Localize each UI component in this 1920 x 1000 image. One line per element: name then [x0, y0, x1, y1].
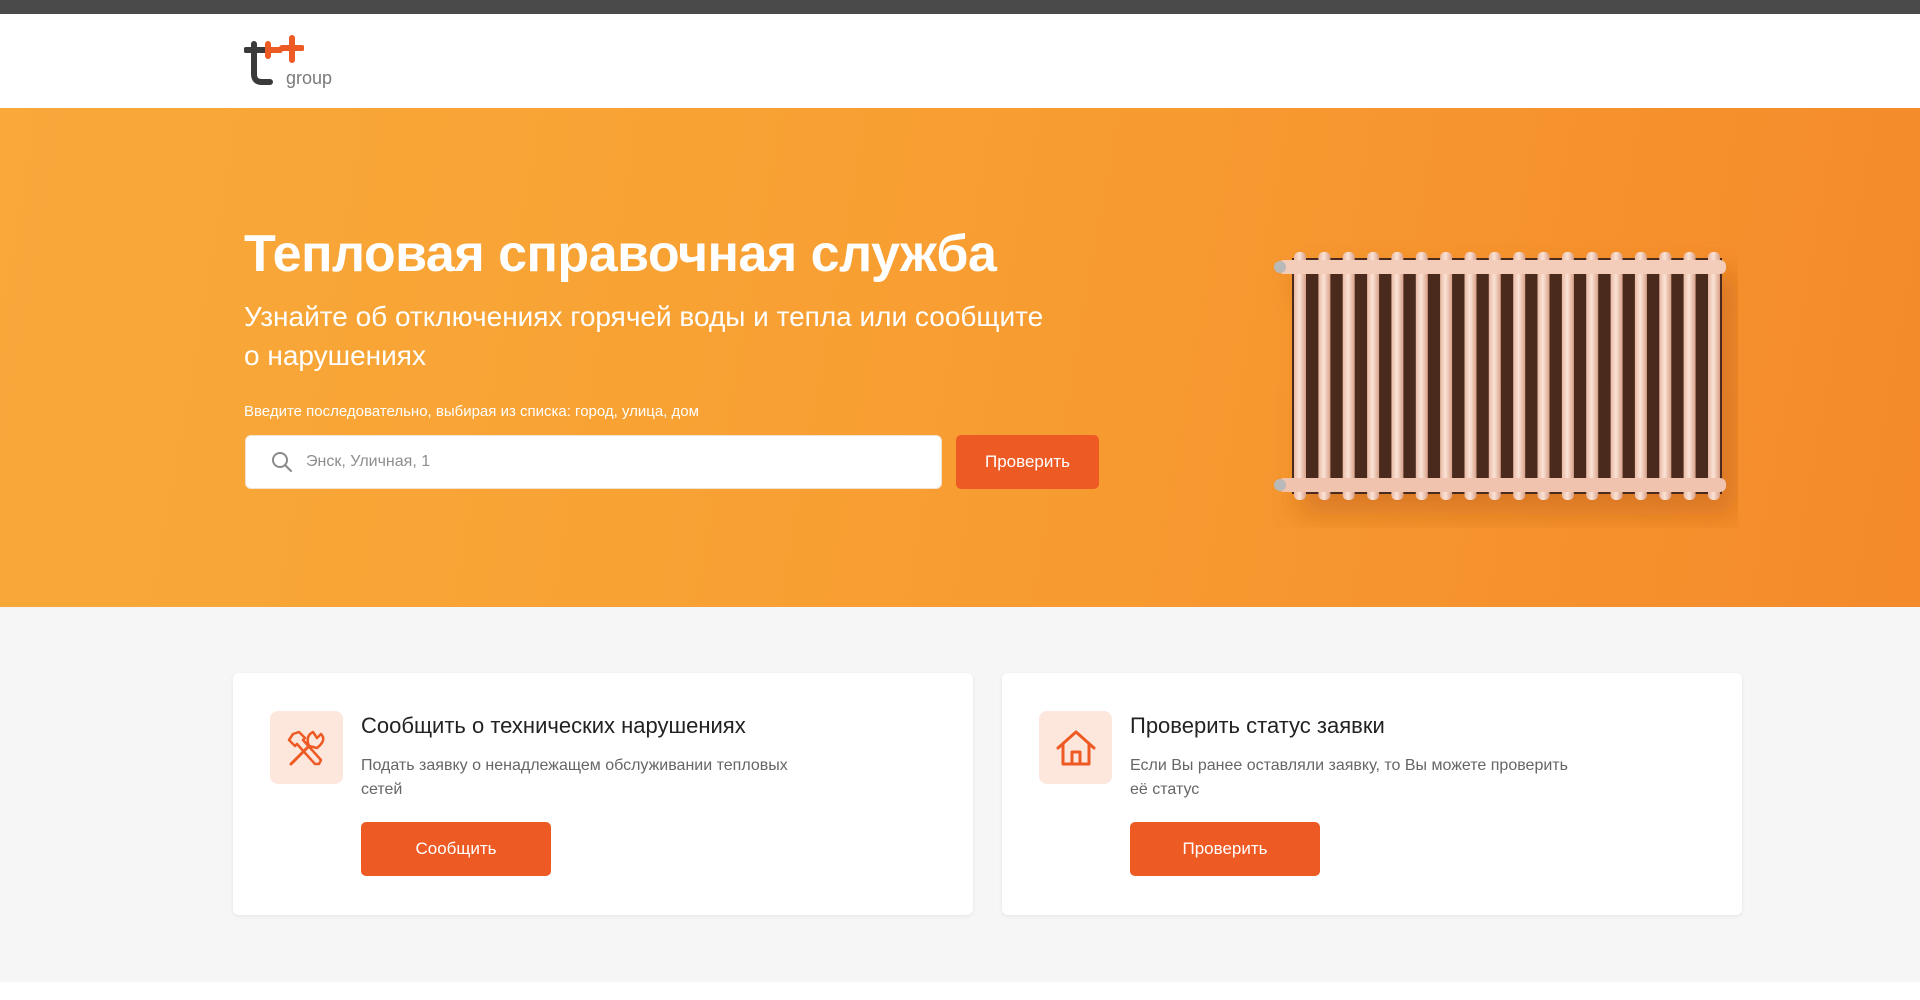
report-violation-card: Сообщить о технических нарушениях Подать…	[233, 673, 973, 915]
address-search-input[interactable]	[306, 442, 906, 482]
site-header: group	[0, 14, 1920, 108]
card-icon-container	[270, 711, 343, 784]
card-title: Проверить статус заявки	[1130, 713, 1385, 738]
radiator-fin	[1367, 252, 1380, 500]
card-description: Если Вы ранее оставляли заявку, то Вы мо…	[1130, 757, 1568, 798]
hero-subtitle: Узнайте об отключениях горячей воды и те…	[244, 301, 1044, 371]
radiator-fin	[1440, 252, 1453, 500]
radiator-fin	[1391, 252, 1404, 500]
house-icon	[1056, 730, 1095, 765]
search-icon	[272, 452, 292, 472]
radiator-fin	[1537, 252, 1550, 500]
card-description: Подать заявку о ненадлежащем обслуживани…	[361, 757, 788, 798]
search-hint: Введите последовательно, выбирая из спис…	[244, 403, 699, 420]
report-button[interactable]: Сообщить	[361, 822, 551, 876]
card-icon-container	[1039, 711, 1112, 784]
card-title: Сообщить о технических нарушениях	[361, 713, 746, 738]
radiator-fin	[1488, 252, 1501, 500]
radiator-fin	[1513, 252, 1526, 500]
radiator-fin	[1708, 252, 1720, 500]
radiator-fin	[1659, 252, 1672, 500]
hero-section: Тепловая справочная служба Узнайте об от…	[0, 108, 1920, 607]
radiator-fin	[1342, 252, 1355, 500]
page-bottom	[0, 982, 1920, 1000]
radiator-illustration	[1274, 252, 1726, 500]
browser-top-bar	[0, 0, 1920, 14]
check-status-card: Проверить статус заявки Если Вы ранее ос…	[1002, 673, 1742, 915]
radiator-fin	[1586, 252, 1599, 500]
radiator-fin	[1683, 252, 1696, 500]
radiator-fin	[1464, 252, 1477, 500]
radiator-fin	[1634, 252, 1647, 500]
check-status-button[interactable]: Проверить	[1130, 822, 1320, 876]
radiator-fin	[1294, 252, 1306, 500]
radiator-fin	[1318, 252, 1331, 500]
logo-text: group	[286, 68, 333, 88]
radiator-fin	[1415, 252, 1428, 500]
check-address-button[interactable]: Проверить	[956, 435, 1099, 489]
page-title: Тепловая справочная служба	[244, 225, 997, 283]
radiator-fin	[1610, 252, 1623, 500]
services-section: Сообщить о технических нарушениях Подать…	[0, 607, 1920, 982]
radiator-fin	[1561, 252, 1574, 500]
tools-icon	[287, 730, 324, 765]
logo[interactable]: group	[243, 32, 354, 102]
address-search-box[interactable]	[245, 435, 942, 489]
